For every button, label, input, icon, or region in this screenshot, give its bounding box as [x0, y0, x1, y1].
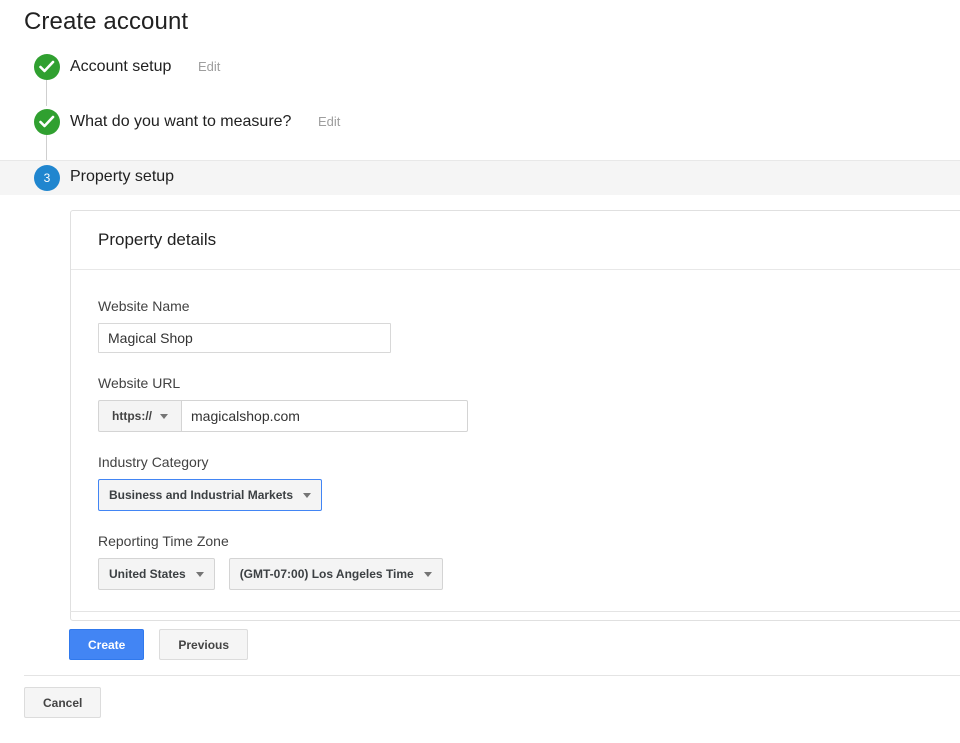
divider-above-actions: [70, 611, 960, 612]
stepper-step-label: What do you want to measure?: [70, 113, 292, 130]
time-zone-country-value: United States: [109, 567, 186, 581]
field-website-url: Website URL https://: [98, 373, 960, 432]
field-label: Website URL: [98, 375, 181, 391]
chevron-down-icon: [195, 571, 204, 577]
cancel-action-area: Cancel: [24, 687, 102, 718]
field-industry-category: Industry Category Business and Industria…: [98, 452, 960, 511]
field-website-name: Website Name: [98, 296, 960, 353]
time-zone-offset-value: (GMT-07:00) Los Angeles Time: [239, 567, 414, 581]
field-label: Reporting Time Zone: [98, 533, 229, 549]
card-body: Website Name Website URL https:// Indust…: [71, 270, 960, 620]
stepper-step-account-setup[interactable]: Account setup Edit: [0, 50, 960, 106]
industry-category-value: Business and Industrial Markets: [109, 488, 294, 502]
chevron-down-icon: [303, 492, 312, 498]
website-name-input[interactable]: [98, 323, 391, 353]
stepper-step-property-setup[interactable]: 3 Property setup: [0, 160, 960, 195]
url-scheme-value: https://: [112, 409, 152, 423]
industry-category-select[interactable]: Business and Industrial Markets: [98, 479, 323, 511]
stepper: Account setup Edit What do you want to m…: [0, 50, 960, 195]
time-zone-row: United States (GMT-07:00) Los Angeles Ti…: [98, 558, 960, 590]
stepper-edit-link-account-setup[interactable]: Edit: [198, 58, 220, 76]
website-url-input[interactable]: [182, 400, 468, 432]
time-zone-offset-select[interactable]: (GMT-07:00) Los Angeles Time: [228, 558, 443, 590]
stepper-step-label: Property setup: [70, 168, 175, 185]
field-label: Website Name: [98, 298, 190, 314]
card-header: Property details: [71, 211, 960, 270]
property-details-card: Property details Website Name Website UR…: [70, 210, 960, 621]
previous-button[interactable]: Previous: [159, 629, 249, 660]
check-icon: [34, 109, 60, 135]
chevron-down-icon: [423, 571, 432, 577]
stepper-edit-link-what-to-measure[interactable]: Edit: [318, 113, 340, 131]
url-scheme-select[interactable]: https://: [98, 400, 182, 432]
step-number-badge: 3: [34, 165, 60, 191]
stepper-connector: [46, 80, 47, 106]
chevron-down-icon: [160, 413, 168, 419]
check-icon: [34, 54, 60, 80]
stepper-step-label: Account setup: [70, 58, 172, 75]
stepper-step-what-to-measure[interactable]: What do you want to measure? Edit: [0, 105, 960, 161]
stepper-connector: [46, 135, 47, 161]
divider-above-cancel: [24, 675, 960, 676]
page-title: Create account: [24, 8, 189, 35]
card-title: Property details: [98, 230, 217, 249]
form-actions: Create Previous: [69, 629, 249, 660]
field-reporting-time-zone: Reporting Time Zone United States (GMT-0…: [98, 531, 960, 590]
create-button[interactable]: Create: [69, 629, 145, 660]
field-label: Industry Category: [98, 454, 209, 470]
time-zone-country-select[interactable]: United States: [98, 558, 215, 590]
website-url-row: https://: [98, 400, 960, 432]
cancel-button[interactable]: Cancel: [24, 687, 102, 718]
